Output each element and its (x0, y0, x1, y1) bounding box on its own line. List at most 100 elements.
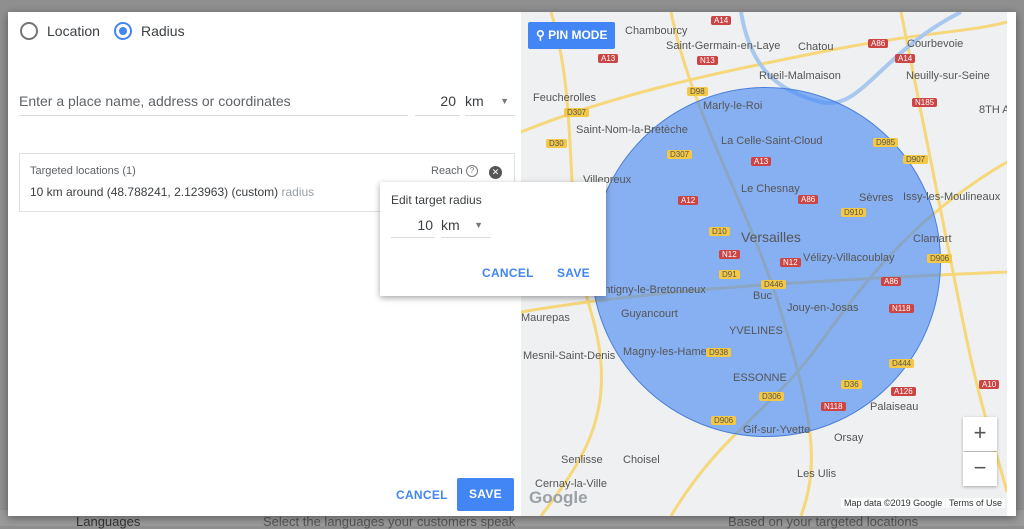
place-search-input[interactable]: Enter a place name, address or coordinat… (19, 90, 408, 116)
road-shield: A86 (798, 195, 819, 204)
edit-radius-popup: Edit target radius 10 km ▼ CANCEL SAVE (380, 182, 606, 296)
map-place-label: Chambourcy (625, 25, 688, 37)
pin-mode-button[interactable]: ⚲ PIN MODE (528, 22, 616, 49)
pin-icon: ⚲ (536, 28, 549, 42)
radio-circle[interactable] (114, 22, 132, 40)
help-icon[interactable]: ? (466, 165, 478, 177)
location-dialog: Location Radius Enter a place name, addr… (8, 12, 1016, 516)
road-shield: D444 (889, 359, 915, 368)
road-shield: N118 (889, 304, 914, 313)
road-shield: D906 (927, 254, 953, 263)
road-shield: N13 (697, 56, 718, 65)
unit-select[interactable]: km ▼ (465, 90, 515, 116)
popup-save-button[interactable]: SAVE (557, 266, 590, 280)
radio-location[interactable]: Location (20, 22, 100, 40)
targeted-item: 10 km around (48.788241, 2.123963) (cust… (30, 185, 279, 199)
road-shield: N118 (821, 402, 846, 411)
map-place-label: Issy-les-Moulineaux (903, 191, 1001, 203)
road-shield: D306 (759, 392, 785, 401)
road-shield: D98 (687, 87, 708, 96)
road-shield: A14 (711, 16, 732, 25)
map-place-label: Mesnil-Saint-Denis (523, 350, 616, 362)
road-shield: N185 (912, 98, 938, 107)
map-place-label: Rueil-Malmaison (759, 70, 841, 82)
road-shield: A14 (895, 54, 916, 63)
map-place-label: 8TH A (979, 104, 1007, 116)
road-shield: N12 (780, 258, 801, 267)
map-place-label: YVELINES (729, 325, 783, 337)
road-shield: D10 (709, 227, 730, 236)
map-place-label: Buc (753, 290, 772, 302)
map-place-label: Chatou (798, 41, 834, 53)
road-shield: D30 (546, 139, 567, 148)
zoom-out-button[interactable]: − (963, 452, 997, 486)
road-shield: D446 (761, 280, 787, 289)
google-logo: Google (529, 488, 588, 507)
unit-value: km (441, 217, 460, 233)
targeted-item-type: radius (281, 185, 315, 199)
road-shield: D906 (711, 416, 737, 425)
map-attribution: Map data ©2019 Google (841, 498, 946, 508)
radio-radius[interactable]: Radius (114, 22, 185, 40)
map-place-label: Orsay (834, 432, 864, 444)
radius-input[interactable]: 20 (415, 90, 460, 116)
popup-unit-select[interactable]: km ▼ (441, 214, 491, 238)
road-shield: D91 (719, 270, 740, 279)
map-place-label: Vélizy-Villacoublay (803, 252, 895, 264)
road-shield: D938 (706, 348, 732, 357)
map-place-label: La Celle-Saint-Cloud (721, 135, 823, 147)
map-place-label: Neuilly-sur-Seine (906, 70, 990, 82)
pin-mode-label: PIN MODE (548, 28, 608, 42)
map-place-label: Clamart (913, 233, 952, 245)
map-place-label: Maurepas (521, 312, 570, 324)
radio-circle[interactable] (20, 22, 38, 40)
map-place-label: ESSONNE (733, 372, 787, 384)
road-shield: A86 (868, 39, 889, 48)
map-place-label: Feucherolles (533, 92, 596, 104)
reach-label: Reach (431, 165, 463, 177)
road-shield: A86 (881, 277, 902, 286)
remove-location-icon[interactable]: ✕ (489, 166, 502, 179)
road-shield: A12 (678, 196, 699, 205)
map-place-label: Palaiseau (870, 401, 919, 413)
targeted-title: Targeted locations (1) (30, 165, 136, 177)
road-shield: D910 (841, 208, 867, 217)
dropdown-arrow-icon: ▼ (500, 96, 509, 106)
map-place-label: Saint-Germain-en-Laye (666, 40, 781, 52)
dropdown-arrow-icon: ▼ (474, 220, 483, 230)
road-shield: D307 (667, 150, 693, 159)
road-shield: D985 (873, 138, 899, 147)
map-place-label: Marly-le-Roi (703, 100, 763, 112)
popup-cancel-button[interactable]: CANCEL (482, 266, 534, 280)
road-shield: A10 (979, 380, 1000, 389)
road-shield: N12 (719, 250, 740, 259)
map-place-label: Versailles (741, 229, 801, 245)
cancel-button[interactable]: CANCEL (396, 488, 448, 502)
road-shield: A13 (751, 157, 772, 166)
map-place-label: Senlisse (561, 454, 603, 466)
languages-label: Languages (76, 514, 141, 529)
road-shield: A126 (891, 387, 916, 396)
map-place-label: Sèvres (859, 192, 894, 204)
radio-label: Location (47, 23, 100, 39)
terms-link[interactable]: Terms of Use (946, 498, 1006, 508)
road-shield: D307 (564, 108, 590, 117)
map-place-label: Saint-Nom-la-Bretèche (576, 124, 688, 136)
languages-value: Based on your targeted locations (728, 514, 919, 529)
map-place-label: Le Chesnay (741, 183, 800, 195)
map-place-label: Gif-sur-Yvette (743, 424, 811, 436)
zoom-in-button[interactable]: + (963, 417, 997, 451)
unit-value: km (465, 93, 484, 109)
search-placeholder: Enter a place name, address or coordinat… (19, 93, 291, 109)
popup-title: Edit target radius (391, 193, 482, 207)
road-shield: D36 (841, 380, 862, 389)
map-place-label: Choisel (623, 454, 660, 466)
map-place-label: Jouy-en-Josas (787, 302, 859, 314)
radio-label: Radius (141, 23, 185, 39)
save-button[interactable]: SAVE (457, 478, 514, 511)
map-place-label: Courbevoie (907, 38, 964, 50)
map-place-label: Guyancourt (621, 308, 678, 320)
map-place-label: Montigny-le-Bretonneux (589, 284, 706, 296)
road-shield: D907 (903, 155, 929, 164)
popup-radius-input[interactable]: 10 (391, 214, 435, 238)
